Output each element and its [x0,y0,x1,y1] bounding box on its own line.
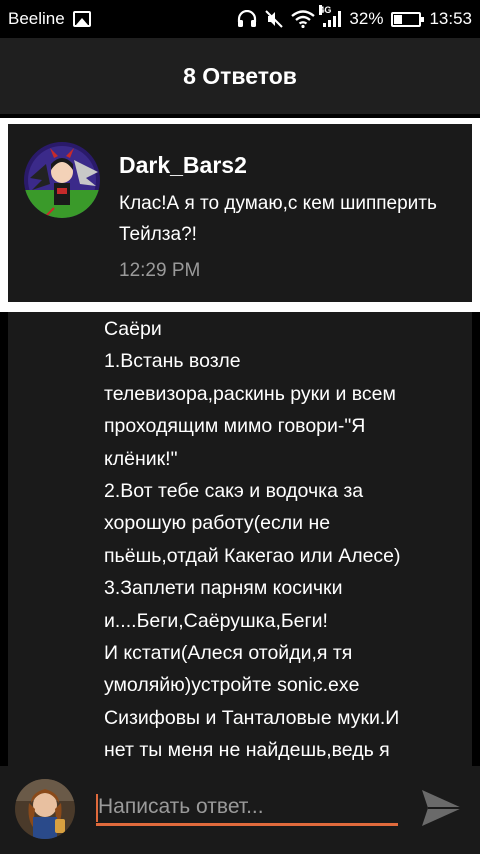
send-icon [422,790,462,826]
battery-icon [391,11,425,27]
comment-author[interactable]: Dark_Bars2 [119,152,247,179]
comment-text: Клас!А я то думаю,с кем шипперить Тейлза… [119,193,437,245]
highlighted-comment[interactable]: Dark_Bars2 Клас!А я то думаю,с кем шиппе… [8,124,472,302]
status-right: 4G 32% 13:53 [237,5,472,29]
post-line: 3.Заплети парням косички [104,577,343,600]
avatar-image [24,142,100,218]
post-line: хорошую работу(если не [104,512,331,535]
post-line: Саёри [104,318,162,340]
avatar[interactable] [24,142,100,218]
post-line: телевизора,раскинь руки и всем [104,382,396,405]
post-line: 2.Вот тебе сакэ и водочка за [104,480,364,502]
post-line: умоляйю)устройте sonic.exe [104,674,360,697]
network-type: 4G [319,5,332,15]
clock: 13:53 [429,9,472,28]
post-line: пьёшь,отдай Какегао или Алесе) [104,544,401,567]
post-line: клёник!" [104,447,178,470]
reply-bar [0,766,480,854]
post-line: 1.Встань возле [104,350,241,373]
post-line: и....Беги,Саёрушка,Беги! [104,609,328,632]
send-button[interactable] [418,786,466,830]
comment-time: 12:29 PM [119,260,201,281]
user-avatar[interactable] [15,779,75,839]
image-icon [72,11,91,27]
battery-percent: 32% [349,9,384,28]
reply-input[interactable] [96,790,398,826]
status-left: Beeline [8,9,91,29]
mute-icon [265,10,284,28]
replies-header: 8 Ответов [0,38,480,114]
post-line: проходящим мимо говори-"Я [104,415,366,438]
post-line: Сизифовы и Танталовые муки.И [104,706,400,729]
wifi-icon [291,10,316,28]
battery-fill [394,14,403,24]
user-avatar-image [15,779,75,839]
headphones-icon [238,10,257,27]
post-line: И кстати(Алеся отойди,я тя [104,642,353,664]
status-bar: Beeline 4G 32% 13:53 [0,0,480,38]
post-line: нет ты меня не найдешь,ведь я [104,739,390,762]
page-title: 8 Ответов [183,62,297,89]
text-caret [96,794,98,822]
signal-icon: 4G [319,5,342,27]
carrier-name: Beeline [8,9,65,28]
post-content: Саёри 1.Встань возле телевизора,раскинь ру… [8,312,472,766]
